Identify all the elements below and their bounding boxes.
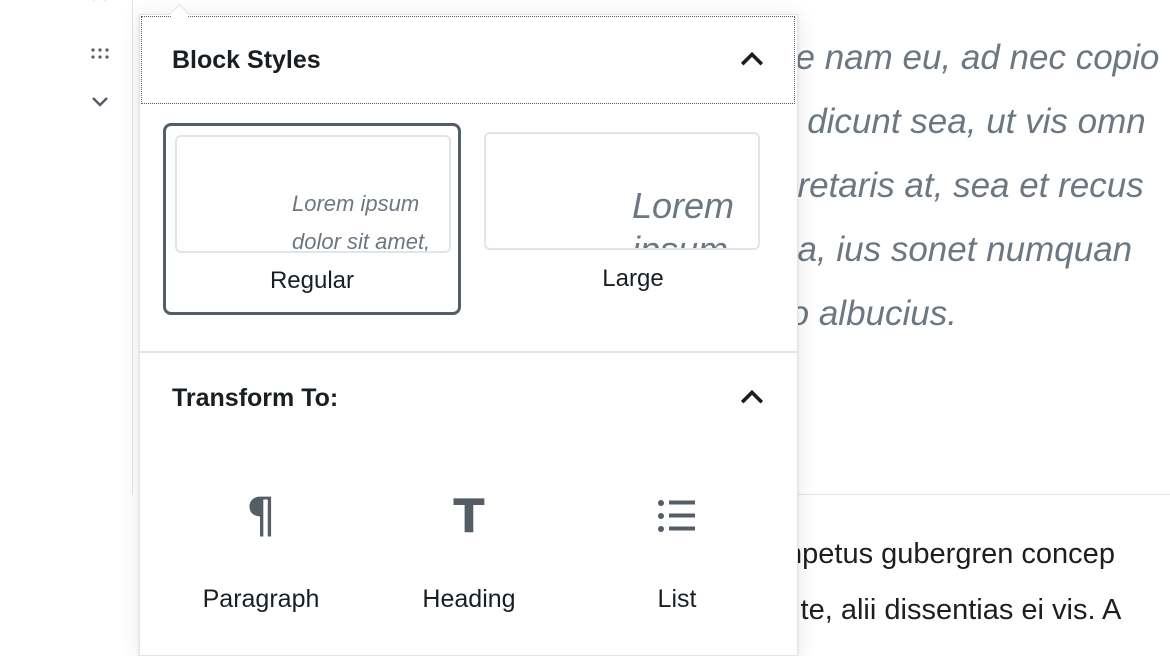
transform-to-title: Transform To: bbox=[172, 383, 339, 412]
style-preview-text: Lorem ipsum dolor sit amet, bbox=[292, 191, 431, 253]
paragraph-icon-wrap: ¶ bbox=[161, 491, 361, 541]
block-outline bbox=[132, 0, 133, 494]
style-label: Regular bbox=[269, 267, 355, 294]
chevron-up-icon bbox=[740, 51, 764, 66]
heading-icon: T bbox=[453, 489, 485, 543]
move-down-icon[interactable] bbox=[90, 92, 110, 112]
chevron-up-icon bbox=[740, 389, 764, 404]
paragraph-line[interactable]: s te, alii dissentias ei vis. A bbox=[778, 594, 1121, 627]
block-settings-popover: Block Styles Lorem ipsum dolor sit amet,… bbox=[139, 3, 798, 656]
block-separator bbox=[796, 494, 1170, 495]
paragraph-icon: ¶ bbox=[245, 488, 277, 544]
paragraph-line[interactable]: ea, ius sonet numquan bbox=[778, 230, 1132, 270]
style-preview: Lorem ipsum dolor sit amet, bbox=[175, 135, 451, 253]
section-divider bbox=[140, 351, 797, 353]
paragraph-line[interactable]: e dicunt sea, ut vis omn bbox=[778, 102, 1146, 142]
transform-list[interactable]: List bbox=[577, 483, 777, 623]
transform-heading[interactable]: T Heading bbox=[369, 483, 569, 623]
transform-label: Paragraph bbox=[202, 585, 320, 613]
move-up-icon[interactable] bbox=[90, 0, 108, 6]
transform-paragraph[interactable]: ¶ Paragraph bbox=[161, 483, 361, 623]
paragraph-line[interactable]: mpetus gubergren concep bbox=[778, 538, 1115, 571]
block-styles-title: Block Styles bbox=[172, 45, 321, 74]
transform-label: List bbox=[657, 585, 697, 613]
paragraph-line[interactable]: oretaris at, sea et recus bbox=[778, 166, 1144, 206]
heading-icon-wrap: T bbox=[369, 491, 569, 541]
style-label: Large bbox=[602, 265, 664, 292]
list-icon bbox=[658, 500, 695, 532]
style-preview-text: Lorem ipsum bbox=[632, 185, 735, 250]
transform-label: Heading bbox=[422, 585, 516, 613]
style-preview: Lorem ipsum bbox=[484, 132, 760, 250]
block-styles-toggle[interactable]: Block Styles bbox=[141, 16, 795, 104]
style-option-regular[interactable]: Lorem ipsum dolor sit amet, Regular bbox=[163, 123, 461, 315]
list-icon-wrap bbox=[577, 491, 777, 541]
paragraph-line[interactable]: se nam eu, ad nec copio bbox=[778, 38, 1159, 78]
transform-to-toggle[interactable]: Transform To: bbox=[142, 355, 794, 441]
drag-handle-icon[interactable] bbox=[90, 44, 110, 64]
paragraph-line[interactable]: ro albucius. bbox=[778, 294, 957, 334]
style-option-large[interactable]: Lorem ipsum Large bbox=[484, 132, 782, 312]
